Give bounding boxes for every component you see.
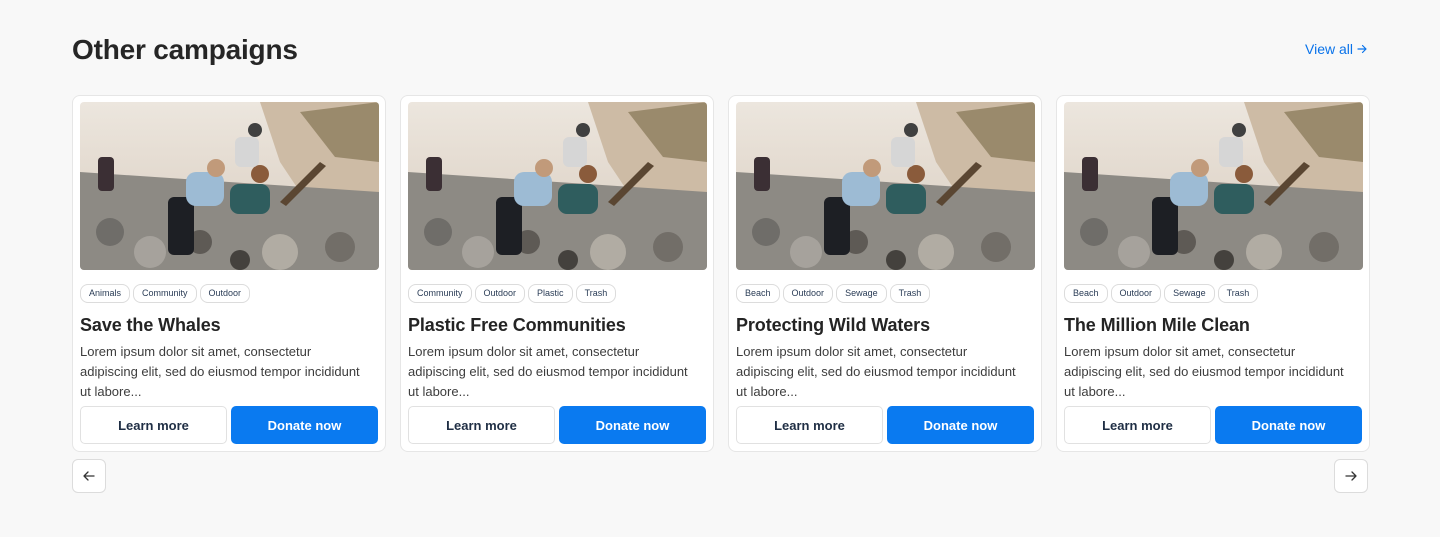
tag[interactable]: Trash xyxy=(1217,284,1259,303)
campaign-image xyxy=(1064,102,1363,270)
view-all-label: View all xyxy=(1305,41,1353,57)
tag-list: Animals Community Outdoor xyxy=(80,284,378,303)
learn-more-button[interactable]: Learn more xyxy=(408,406,555,444)
carousel-prev-button[interactable] xyxy=(72,459,106,493)
card-actions: Learn more Donate now xyxy=(736,406,1034,444)
campaign-title: Plastic Free Communities xyxy=(408,315,626,335)
learn-more-button[interactable]: Learn more xyxy=(736,406,883,444)
tag[interactable]: Outdoor xyxy=(199,284,251,303)
tag[interactable]: Community xyxy=(408,284,472,303)
arrow-right-icon xyxy=(1357,44,1367,54)
donate-now-button[interactable]: Donate now xyxy=(1215,406,1362,444)
tag-list: Beach Outdoor Sewage Trash xyxy=(1064,284,1362,303)
campaign-card: Community Outdoor Plastic Trash Plastic … xyxy=(400,95,714,452)
learn-more-button[interactable]: Learn more xyxy=(80,406,227,444)
tag[interactable]: Sewage xyxy=(1164,284,1215,303)
tag[interactable]: Outdoor xyxy=(782,284,834,303)
tag[interactable]: Trash xyxy=(575,284,617,303)
tag[interactable]: Animals xyxy=(80,284,131,303)
other-campaigns-section: Other campaigns View all Animals Communi… xyxy=(0,0,1440,537)
campaign-image xyxy=(408,102,707,270)
campaign-title: Protecting Wild Waters xyxy=(736,315,930,335)
campaign-card: Beach Outdoor Sewage Trash The Million M… xyxy=(1056,95,1370,452)
campaign-title: Save the Whales xyxy=(80,315,221,335)
campaign-description: Lorem ipsum dolor sit amet, consectetur … xyxy=(1064,344,1344,399)
card-actions: Learn more Donate now xyxy=(80,406,378,444)
tag-list: Community Outdoor Plastic Trash xyxy=(408,284,706,303)
donate-now-button[interactable]: Donate now xyxy=(887,406,1034,444)
tag[interactable]: Beach xyxy=(1064,284,1108,303)
campaign-description: Lorem ipsum dolor sit amet, consectetur … xyxy=(80,344,360,399)
tag[interactable]: Community xyxy=(133,284,197,303)
view-all-link[interactable]: View all xyxy=(1305,41,1368,57)
card-actions: Learn more Donate now xyxy=(1064,406,1362,444)
card-actions: Learn more Donate now xyxy=(408,406,706,444)
tag[interactable]: Outdoor xyxy=(474,284,526,303)
campaign-card-list: Animals Community Outdoor Save the Whale… xyxy=(72,95,1370,452)
donate-now-button[interactable]: Donate now xyxy=(559,406,706,444)
tag[interactable]: Trash xyxy=(889,284,931,303)
tag[interactable]: Plastic xyxy=(528,284,573,303)
campaign-image xyxy=(736,102,1035,270)
campaign-card: Animals Community Outdoor Save the Whale… xyxy=(72,95,386,452)
section-header: Other campaigns View all xyxy=(72,32,1368,72)
campaign-description: Lorem ipsum dolor sit amet, consectetur … xyxy=(408,344,688,399)
campaign-card: Beach Outdoor Sewage Trash Protecting Wi… xyxy=(728,95,1042,452)
campaign-image xyxy=(80,102,379,270)
tag[interactable]: Sewage xyxy=(836,284,887,303)
tag-list: Beach Outdoor Sewage Trash xyxy=(736,284,1034,303)
carousel-next-button[interactable] xyxy=(1334,459,1368,493)
campaign-title: The Million Mile Clean xyxy=(1064,315,1250,335)
tag[interactable]: Beach xyxy=(736,284,780,303)
arrow-left-icon xyxy=(83,471,95,481)
learn-more-button[interactable]: Learn more xyxy=(1064,406,1211,444)
section-title: Other campaigns xyxy=(72,34,298,65)
arrow-right-icon xyxy=(1345,471,1357,481)
donate-now-button[interactable]: Donate now xyxy=(231,406,378,444)
campaign-description: Lorem ipsum dolor sit amet, consectetur … xyxy=(736,344,1016,399)
tag[interactable]: Outdoor xyxy=(1110,284,1162,303)
